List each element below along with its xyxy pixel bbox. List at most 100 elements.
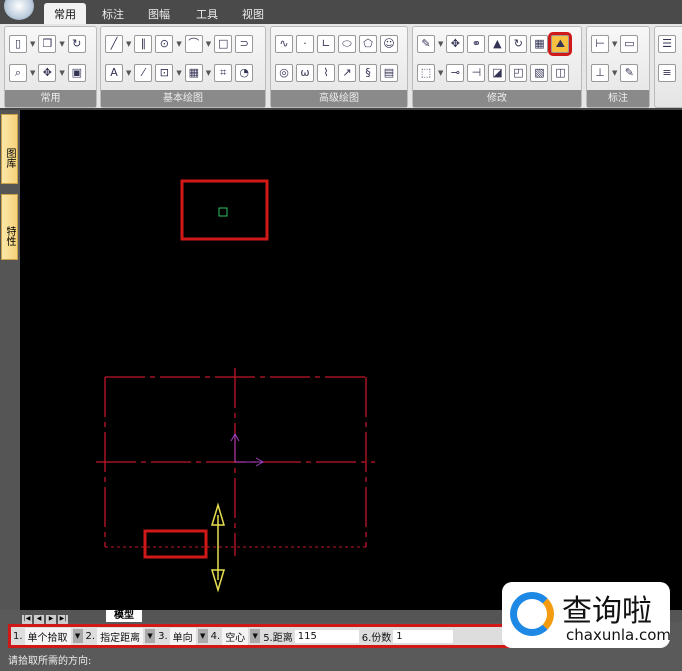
- array-icon[interactable]: ▦: [530, 35, 549, 53]
- group-modify: ✎ ▼ ✥ ⚭ ▲ ↻ ▦ ⛰ ⬚ ▼ ⊸ ⊣ ◪ ◰ ▧ ◫ 修改: [412, 26, 582, 108]
- pick-mode-select[interactable]: 单个拾取: [24, 627, 71, 645]
- drawing: [96, 179, 375, 593]
- title-bar: 常用 标注 图幅 工具 视图: [0, 0, 682, 24]
- distance-mode-select[interactable]: 指定距离: [97, 627, 144, 645]
- group-label: 基本绘图: [101, 90, 265, 107]
- option-label: 1.: [13, 630, 23, 642]
- spline-icon[interactable]: ∿: [275, 35, 293, 53]
- side-tab-properties[interactable]: 特性: [1, 194, 18, 260]
- direction-select[interactable]: 单向: [169, 627, 196, 645]
- user-icon[interactable]: ☺: [380, 35, 398, 53]
- tab-view[interactable]: 视图: [232, 3, 274, 24]
- watermark-logo-icon: [510, 592, 554, 636]
- group-label: 标注: [587, 90, 649, 107]
- refresh-icon[interactable]: ↻: [67, 35, 86, 53]
- tab-home[interactable]: 常用: [44, 3, 86, 24]
- tab-dimension[interactable]: 标注: [92, 3, 134, 24]
- group-label: 修改: [413, 90, 581, 107]
- watermark: 查询啦 chaxunla.com: [502, 582, 671, 648]
- chevron-down-icon[interactable]: ▼: [250, 629, 261, 643]
- chamfer-icon[interactable]: ◰: [509, 64, 528, 82]
- zoom-icon[interactable]: ⌕: [9, 64, 27, 82]
- brush-icon[interactable]: ✎: [417, 35, 435, 53]
- group-label: 常用: [5, 90, 96, 107]
- curve-icon[interactable]: §: [359, 64, 377, 82]
- polygon-icon[interactable]: ⬠: [359, 35, 377, 53]
- chevron-down-icon[interactable]: ▼: [197, 629, 208, 643]
- arc-icon[interactable]: ⌒: [184, 35, 203, 53]
- ellipse-icon[interactable]: ⬭: [338, 35, 356, 53]
- group-advanced-draw: ∿ · ∟ ⬭ ⬠ ☺ ◎ ω ⌇ ↗ § ▤ 高级绘图: [270, 26, 408, 108]
- first-icon[interactable]: |◀: [22, 615, 32, 624]
- watermark-text: 查询啦: [562, 594, 652, 629]
- properties-icon[interactable]: ☰: [658, 35, 676, 53]
- circle-icon[interactable]: ⊙: [155, 35, 174, 53]
- distance-input[interactable]: 115: [294, 629, 359, 643]
- mirror-icon[interactable]: ▲: [488, 35, 507, 53]
- break-icon[interactable]: ⌇: [317, 64, 335, 82]
- copy-move-icon[interactable]: ⚭: [467, 35, 486, 53]
- rotate-icon[interactable]: ↻: [509, 35, 528, 53]
- shape-icon[interactable]: ◔: [235, 64, 254, 82]
- tab-sheet[interactable]: 图幅: [138, 3, 180, 24]
- ribbon: ▯ ▼ ❐ ▼ ↻ ⌕ ▼ ✥ ▼ ▣ 常用 ╱ ▼ ∥ ⊙ ▼ ⌒ ▼ □ ⊃ A ▼ ⁄ ⊡ ▼ ▦ ▼ ⌗ ◔ 基本绘图 …: [0, 24, 682, 110]
- stretch-icon[interactable]: ▧: [530, 64, 549, 82]
- display-icon[interactable]: ▣: [67, 64, 86, 82]
- highlight-box-line: [143, 529, 208, 559]
- count-input[interactable]: 1: [393, 629, 454, 643]
- hole-icon[interactable]: ◎: [275, 64, 293, 82]
- block-icon[interactable]: ⊡: [155, 64, 174, 82]
- group-dimension: ⊢ ▼ ▭ ⊥ ▼ ✎ 标注: [586, 26, 650, 108]
- chevron-down-icon[interactable]: ▼: [72, 629, 83, 643]
- trim-icon[interactable]: ⬚: [417, 64, 435, 82]
- drawing-canvas[interactable]: [20, 110, 682, 610]
- pick-point: [218, 207, 228, 217]
- group-common: ▯ ▼ ❐ ▼ ↻ ⌕ ▼ ✥ ▼ ▣ 常用: [4, 26, 97, 108]
- offset-icon[interactable]: ⛰: [548, 32, 573, 56]
- tab-tools[interactable]: 工具: [186, 3, 228, 24]
- lineweight-icon[interactable]: ≡: [658, 64, 676, 82]
- frame-icon[interactable]: ⌗: [214, 64, 233, 82]
- new-icon[interactable]: ▯: [9, 35, 27, 53]
- angle-icon[interactable]: ∟: [317, 35, 335, 53]
- pan-icon[interactable]: ✥: [38, 64, 57, 82]
- text-icon[interactable]: A: [105, 64, 123, 82]
- extend-icon[interactable]: ⊸: [446, 64, 465, 82]
- move-icon[interactable]: ✥: [446, 35, 465, 53]
- option-label: 2.: [85, 630, 96, 642]
- line-icon[interactable]: ╱: [105, 35, 123, 53]
- arrow-icon[interactable]: ↗: [338, 64, 356, 82]
- prev-icon[interactable]: ◀: [34, 615, 44, 624]
- gear-icon[interactable]: ▤: [380, 64, 398, 82]
- fillet-icon[interactable]: ◫: [551, 64, 570, 82]
- command-options-bar: 1. 单个拾取 ▼ 2. 指定距离 ▼ 3. 单向 ▼ 4. 空心 ▼ 5.距离 115 6.份数…: [8, 624, 520, 648]
- fill-select[interactable]: 空心: [222, 627, 249, 645]
- group-more: ☰ ≡: [654, 26, 682, 108]
- break-line-icon[interactable]: ⊣: [467, 64, 486, 82]
- rectangle-icon[interactable]: □: [214, 35, 233, 53]
- hatch-icon[interactable]: ▦: [184, 64, 203, 82]
- side-panel: 图库 特性: [0, 110, 20, 610]
- last-icon[interactable]: ▶|: [58, 615, 68, 624]
- ucs-axis: [230, 432, 265, 467]
- count-label: 6.份数: [361, 632, 392, 644]
- side-tab-library[interactable]: 图库: [1, 114, 18, 184]
- polyline-icon[interactable]: ⊃: [235, 35, 254, 53]
- wave-icon[interactable]: ω: [296, 64, 314, 82]
- distance-label: 5.距离: [263, 632, 293, 644]
- tolerance-icon[interactable]: ▭: [620, 35, 639, 53]
- app-logo[interactable]: [4, 0, 34, 20]
- scale-icon[interactable]: ◪: [488, 64, 507, 82]
- copy-icon[interactable]: ❐: [38, 35, 57, 53]
- next-icon[interactable]: ▶: [46, 615, 56, 624]
- group-basic-draw: ╱ ▼ ∥ ⊙ ▼ ⌒ ▼ □ ⊃ A ▼ ⁄ ⊡ ▼ ▦ ▼ ⌗ ◔ 基本绘图: [100, 26, 266, 108]
- dimension-icon[interactable]: ⊢: [591, 35, 609, 53]
- coordinate-icon[interactable]: ⊥: [591, 64, 609, 82]
- point-icon[interactable]: ·: [296, 35, 314, 53]
- tab-model[interactable]: 模型: [106, 610, 142, 622]
- edit-dim-icon[interactable]: ✎: [620, 64, 639, 82]
- parallel-icon[interactable]: ∥: [134, 35, 153, 53]
- centerline-icon[interactable]: ⁄: [134, 64, 153, 82]
- chevron-down-icon[interactable]: ▼: [145, 629, 156, 643]
- highlight-box-point: [180, 179, 269, 241]
